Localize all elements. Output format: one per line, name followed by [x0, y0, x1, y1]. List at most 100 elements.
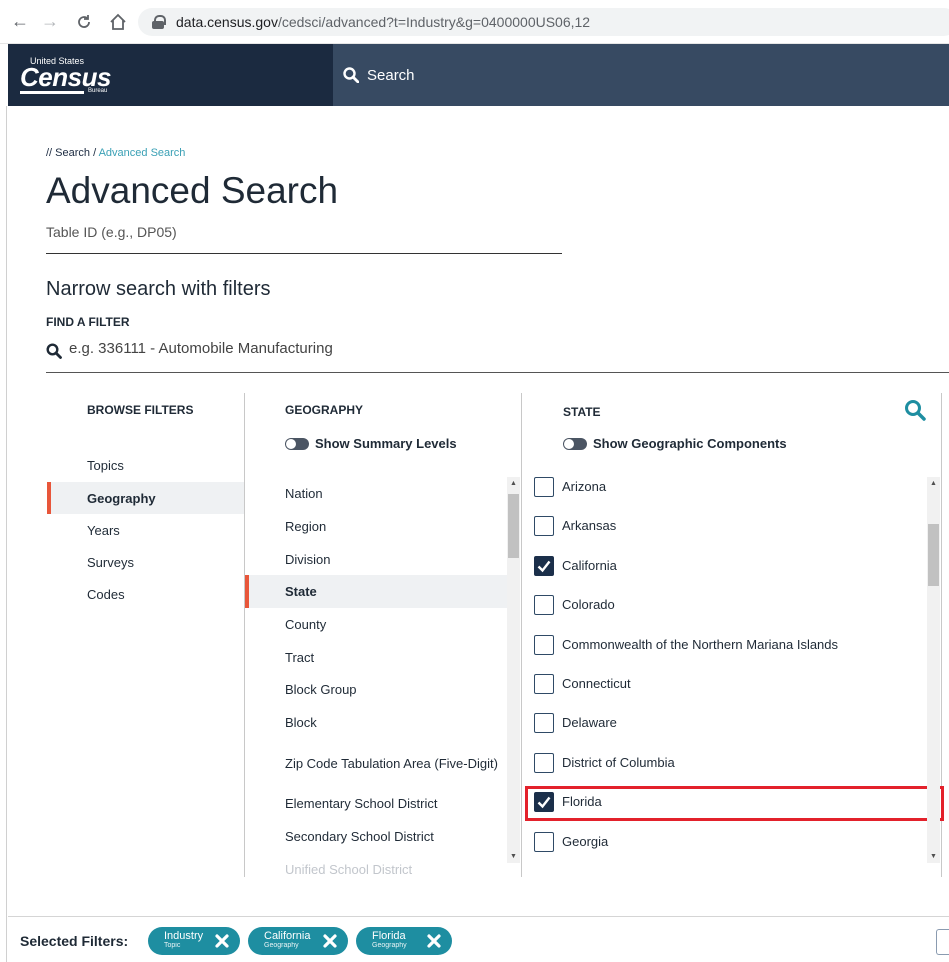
find-filter-input[interactable]: e.g. 336111 - Automobile Manufacturing — [46, 340, 949, 373]
narrow-heading: Narrow search with filters — [46, 278, 271, 300]
checkbox[interactable] — [534, 673, 554, 694]
header-search-button[interactable]: Search — [343, 44, 415, 106]
find-filter-label: FIND A FILTER — [46, 315, 130, 329]
checkbox[interactable] — [534, 752, 554, 773]
geography-scroll-thumb[interactable] — [508, 494, 519, 558]
geo-item-zcta[interactable]: Zip Code Tabulation Area (Five-Digit) — [245, 741, 507, 785]
checkbox[interactable] — [534, 831, 554, 852]
chip-text: Industry Topic — [164, 931, 203, 951]
state-label: Colorado — [562, 597, 615, 612]
footer-action-button[interactable] — [936, 929, 949, 955]
address-bar[interactable]: data.census.gov/cedsci/advanced?t=Indust… — [138, 8, 949, 36]
chip-category: Geography — [372, 942, 407, 949]
scroll-up-arrow-icon[interactable]: ▲ — [927, 477, 940, 490]
toggle-switch[interactable] — [563, 437, 587, 450]
geo-item-secondary-school-district[interactable]: Secondary School District — [245, 820, 507, 852]
chip-name: Florida — [372, 930, 406, 942]
geo-item-tract[interactable]: Tract — [245, 641, 507, 673]
state-label: Georgia — [562, 834, 609, 849]
geo-item-elementary-school-district[interactable]: Elementary School District — [245, 787, 507, 819]
geo-item-region[interactable]: Region — [245, 510, 507, 542]
reload-icon[interactable] — [72, 10, 96, 34]
scroll-down-arrow-icon[interactable]: ▼ — [927, 850, 940, 863]
remove-filter-icon[interactable] — [322, 933, 338, 949]
checkbox[interactable] — [534, 712, 554, 733]
browse-item-topics[interactable]: Topics — [47, 449, 244, 481]
breadcrumb: // Search / Advanced Search — [46, 147, 185, 159]
scroll-up-arrow-icon[interactable]: ▲ — [507, 477, 520, 490]
filter-chip-california[interactable]: California Geography — [248, 927, 348, 955]
geo-item-unified-school-district[interactable]: Unified School District — [245, 858, 507, 877]
state-item-arizona[interactable]: Arizona — [522, 467, 926, 506]
breadcrumb-current: Advanced Search — [98, 147, 186, 159]
state-item-arkansas[interactable]: Arkansas — [522, 506, 926, 545]
chip-category: Geography — [264, 942, 299, 949]
checkbox-checked[interactable] — [534, 555, 554, 576]
filter-chip-florida[interactable]: Florida Geography — [356, 927, 452, 955]
table-id-input[interactable]: Table ID (e.g., DP05) — [46, 224, 562, 254]
breadcrumb-separator: / — [90, 147, 99, 159]
state-label: Delaware — [562, 715, 617, 730]
lock-icon — [152, 15, 166, 29]
checkmark-icon — [537, 560, 551, 572]
search-icon — [343, 67, 359, 83]
logo-bar — [20, 91, 84, 94]
browser-toolbar: ← → data.census.gov/cedsci/advanced?t=In… — [0, 0, 949, 44]
chip-category: Topic — [164, 942, 181, 949]
page-edge-divider — [6, 106, 7, 962]
state-search-icon[interactable] — [904, 399, 926, 426]
forward-arrow-icon[interactable]: → — [38, 10, 62, 34]
summary-levels-toggle[interactable]: Show Summary Levels — [285, 436, 457, 451]
toggle-switch[interactable] — [285, 437, 309, 450]
state-label: California — [562, 558, 617, 573]
page-title: Advanced Search — [46, 170, 339, 211]
geo-item-division[interactable]: Division — [245, 543, 507, 575]
browse-item-years[interactable]: Years — [47, 514, 244, 546]
url-host: data.census.gov — [176, 14, 278, 30]
geography-list: Nation Region Division State County Trac… — [245, 477, 521, 877]
state-item-delaware[interactable]: Delaware — [522, 703, 926, 742]
state-item-district-of-columbia[interactable]: District of Columbia — [522, 743, 926, 782]
state-item-california[interactable]: California — [522, 546, 926, 585]
logo-bureau: Bureau — [88, 88, 108, 94]
state-item-colorado[interactable]: Colorado — [522, 585, 926, 624]
browse-item-surveys[interactable]: Surveys — [47, 546, 244, 578]
geography-heading: GEOGRAPHY — [285, 403, 364, 417]
scroll-down-arrow-icon[interactable]: ▼ — [507, 850, 520, 863]
geo-item-block-group[interactable]: Block Group — [245, 673, 507, 705]
geo-item-block[interactable]: Block — [245, 706, 507, 738]
browse-item-codes[interactable]: Codes — [47, 578, 244, 610]
breadcrumb-search-link[interactable]: Search — [55, 147, 90, 159]
checkbox[interactable] — [534, 515, 554, 536]
geography-scrollbar[interactable]: ▲ ▼ — [507, 477, 520, 863]
breadcrumb-prefix: // — [46, 147, 56, 159]
florida-highlight-box — [525, 786, 944, 821]
state-item-connecticut[interactable]: Connecticut — [522, 664, 926, 703]
state-item-northern-mariana-islands[interactable]: Commonwealth of the Northern Mariana Isl… — [522, 625, 926, 664]
chip-text: California Geography — [264, 931, 310, 951]
remove-filter-icon[interactable] — [426, 933, 442, 949]
state-scroll-thumb[interactable] — [928, 524, 939, 586]
find-filter-placeholder: e.g. 336111 - Automobile Manufacturing — [69, 340, 333, 357]
selected-filters-label: Selected Filters: — [20, 933, 129, 949]
geo-item-state[interactable]: State — [245, 575, 507, 608]
filter-chip-industry[interactable]: Industry Topic — [148, 927, 240, 955]
census-logo[interactable]: United States Census Bureau — [8, 44, 333, 106]
back-arrow-icon[interactable]: ← — [8, 10, 32, 34]
summary-levels-label: Show Summary Levels — [315, 436, 457, 451]
remove-filter-icon[interactable] — [214, 933, 230, 949]
checkbox[interactable] — [534, 634, 554, 655]
state-label: Commonwealth of the Northern Mariana Isl… — [562, 637, 839, 652]
state-label: Connecticut — [562, 676, 631, 691]
url-path: /cedsci/advanced?t=Industry&g=0400000US0… — [277, 14, 591, 30]
home-icon[interactable] — [106, 10, 130, 34]
geo-item-county[interactable]: County — [245, 608, 507, 640]
geographic-components-label: Show Geographic Components — [593, 436, 787, 451]
geo-item-nation[interactable]: Nation — [245, 477, 507, 509]
state-scrollbar[interactable]: ▲ ▼ — [927, 477, 940, 863]
checkbox[interactable] — [534, 476, 554, 497]
checkbox[interactable] — [534, 594, 554, 615]
geographic-components-toggle[interactable]: Show Geographic Components — [563, 436, 787, 451]
state-item-georgia[interactable]: Georgia — [522, 822, 926, 861]
browse-item-geography[interactable]: Geography — [47, 482, 244, 514]
